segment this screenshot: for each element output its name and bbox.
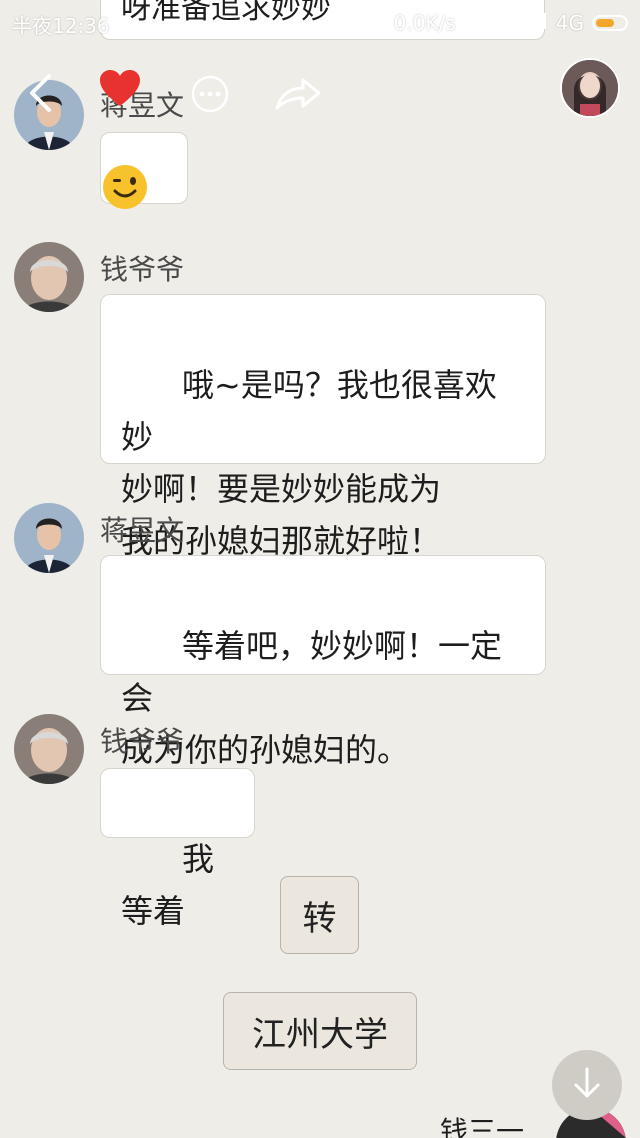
signal-weak-icon — [492, 11, 516, 35]
forward-button-label: 转 — [302, 898, 337, 939]
video-overlay-controls — [0, 60, 640, 130]
avatar[interactable] — [14, 503, 84, 573]
share-icon[interactable] — [272, 72, 324, 116]
headphones-icon — [464, 10, 484, 35]
sender-name: 钱爷爷 — [100, 253, 185, 286]
heart-icon[interactable] — [98, 66, 142, 110]
back-icon[interactable] — [20, 68, 60, 118]
message-bubble[interactable]: 等着吧，妙妙啊！一定会 成为你的孙媳妇的。 — [100, 555, 546, 769]
sender-name: 钱三一 — [440, 1115, 525, 1138]
university-button-label: 江州大学 — [252, 1014, 388, 1055]
sender-name: 钱爷爷 — [100, 725, 185, 758]
arrow-down-icon — [572, 1066, 602, 1104]
chat-screen: 呀准备追求妙妙 半夜12:36 0.0K/s 4G 蒋昱文 钱爷爷 哦~是吗？我… — [0, 0, 640, 1138]
avatar[interactable] — [14, 714, 84, 784]
more-icon[interactable] — [190, 74, 230, 114]
message-bubble[interactable]: 我等着 — [100, 768, 255, 930]
battery-icon — [592, 14, 628, 31]
network-type: 4G — [555, 10, 584, 35]
scroll-down-button[interactable] — [552, 1050, 622, 1120]
status-indicators: 0.0K/s 4G — [394, 10, 628, 35]
status-time: 半夜12:36 — [12, 14, 110, 38]
message-bubble[interactable] — [100, 132, 188, 209]
university-button[interactable]: 江州大学 — [223, 992, 417, 1070]
message-text: 我等着 — [121, 840, 215, 930]
signal-icon — [524, 11, 548, 35]
sender-name: 蒋昱文 — [100, 514, 185, 547]
avatar[interactable] — [14, 242, 84, 312]
message-bubble[interactable]: 哦~是吗？我也很喜欢妙 妙啊！要是妙妙能成为 我的孙媳妇那就好啦！ — [100, 294, 546, 560]
forward-button[interactable]: 转 — [280, 876, 359, 954]
network-speed: 0.0K/s — [393, 10, 456, 35]
status-bar: 半夜12:36 0.0K/s 4G — [0, 0, 640, 44]
